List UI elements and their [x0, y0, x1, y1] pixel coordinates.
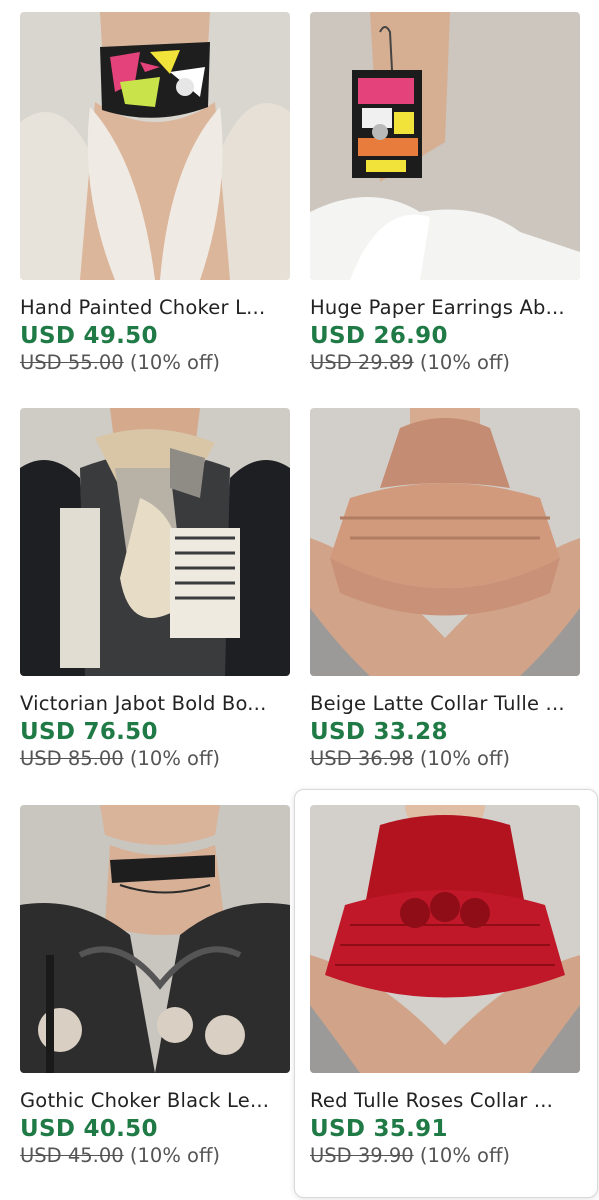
original-price: USD 45.00 — [20, 1144, 124, 1167]
listing-title[interactable]: Hand Painted Choker L... — [20, 296, 288, 319]
discount-label: (10% off) — [129, 1144, 221, 1167]
listing-card[interactable]: Huge Paper Earrings Ab... USD 26.90 USD … — [310, 12, 580, 396]
listing-image[interactable] — [310, 12, 580, 280]
listing-title[interactable]: Huge Paper Earrings Ab... — [310, 296, 578, 319]
listing-image[interactable] — [310, 805, 580, 1073]
listing-title[interactable]: Red Tulle Roses Collar ... — [310, 1089, 578, 1112]
listing-card[interactable]: Beige Latte Collar Tulle ... USD 33.28 U… — [310, 408, 580, 792]
discount-label: (10% off) — [129, 747, 221, 770]
discount-label: (10% off) — [419, 1144, 511, 1167]
listing-image[interactable] — [20, 12, 290, 280]
listing-price: USD 40.50 — [20, 1116, 158, 1142]
original-price: USD 29.89 — [310, 351, 414, 374]
listing-image[interactable] — [20, 805, 290, 1073]
discount-label: (10% off) — [419, 747, 511, 770]
listing-card[interactable]: Hand Painted Choker L... USD 49.50 USD 5… — [20, 12, 290, 396]
listing-card-selected[interactable]: Red Tulle Roses Collar ... USD 35.91 USD… — [294, 789, 598, 1198]
listing-original-price-row: USD 36.98 (10% off) — [310, 747, 580, 770]
listing-grid: Hand Painted Choker L... USD 49.50 USD 5… — [0, 0, 599, 1200]
original-price: USD 36.98 — [310, 747, 414, 770]
listing-price: USD 26.90 — [310, 323, 448, 349]
listing-image[interactable] — [310, 408, 580, 676]
listing-price: USD 49.50 — [20, 323, 158, 349]
listing-image[interactable] — [20, 408, 290, 676]
original-price: USD 39.90 — [310, 1144, 414, 1167]
listing-price: USD 35.91 — [310, 1116, 448, 1142]
listing-card[interactable]: Gothic Choker Black Le... USD 40.50 USD … — [20, 805, 290, 1189]
listing-title[interactable]: Victorian Jabot Bold Bo... — [20, 692, 288, 715]
discount-label: (10% off) — [419, 351, 511, 374]
listing-card[interactable]: Victorian Jabot Bold Bo... USD 76.50 USD… — [20, 408, 290, 792]
listing-original-price-row: USD 55.00 (10% off) — [20, 351, 290, 374]
listing-original-price-row: USD 29.89 (10% off) — [310, 351, 580, 374]
listing-title[interactable]: Beige Latte Collar Tulle ... — [310, 692, 578, 715]
listing-title[interactable]: Gothic Choker Black Le... — [20, 1089, 288, 1112]
listing-price: USD 76.50 — [20, 719, 158, 745]
original-price: USD 85.00 — [20, 747, 124, 770]
listing-original-price-row: USD 85.00 (10% off) — [20, 747, 290, 770]
original-price: USD 55.00 — [20, 351, 124, 374]
discount-label: (10% off) — [129, 351, 221, 374]
listing-original-price-row: USD 45.00 (10% off) — [20, 1144, 290, 1167]
listing-original-price-row: USD 39.90 (10% off) — [310, 1144, 580, 1167]
listing-price: USD 33.28 — [310, 719, 448, 745]
